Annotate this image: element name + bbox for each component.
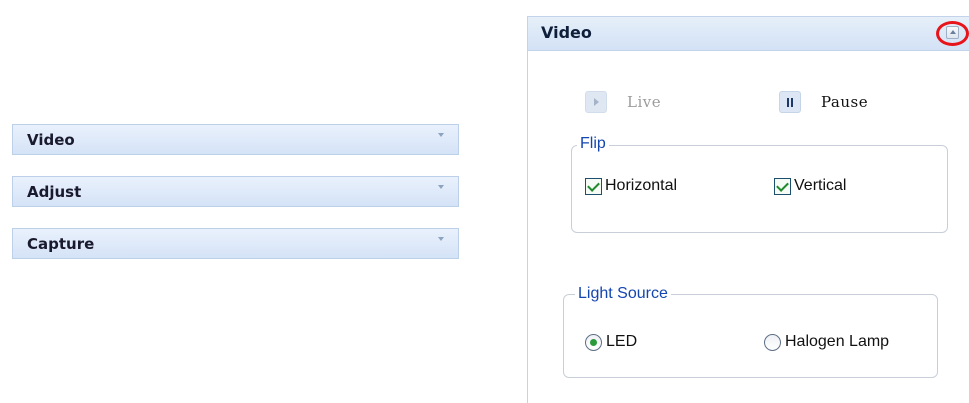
- light-source-legend: Light Source: [575, 285, 671, 303]
- accordion-capture-label: Capture: [27, 234, 95, 253]
- accordion-video-header[interactable]: Video: [12, 124, 459, 155]
- accordion-capture-header[interactable]: Capture: [12, 228, 459, 259]
- accordion-adjust-header[interactable]: Adjust: [12, 176, 459, 207]
- chevron-down-icon: [438, 132, 444, 137]
- led-label: LED: [606, 333, 638, 350]
- live-button[interactable]: Live: [585, 91, 661, 113]
- accordion-video-label: Video: [27, 130, 75, 149]
- halogen-radio[interactable]: Halogen Lamp: [764, 333, 889, 351]
- vertical-label: Vertical: [794, 177, 847, 194]
- video-panel-header[interactable]: Video: [528, 17, 969, 51]
- halogen-label: Halogen Lamp: [785, 333, 890, 350]
- led-radio[interactable]: LED: [585, 333, 637, 351]
- pause-button[interactable]: Pause: [779, 91, 868, 113]
- pause-icon: [779, 91, 801, 113]
- checkbox-checked-icon: [585, 177, 602, 195]
- panel-title: Video: [541, 23, 592, 42]
- accordion-adjust-label: Adjust: [27, 182, 82, 201]
- flip-legend: Flip: [577, 135, 609, 153]
- horizontal-label: Horizontal: [605, 177, 678, 194]
- checkbox-checked-icon: [774, 177, 791, 195]
- chevron-down-icon: [438, 184, 444, 189]
- pause-label: Pause: [821, 93, 869, 111]
- play-icon: [585, 91, 607, 113]
- radio-unselected-icon: [764, 333, 781, 351]
- radio-selected-icon: [585, 333, 602, 351]
- live-label: Live: [627, 93, 662, 111]
- horizontal-checkbox[interactable]: Horizontal: [585, 177, 677, 195]
- chevron-down-icon: [438, 236, 444, 241]
- chevron-up-icon[interactable]: [946, 26, 959, 39]
- video-panel: Video Live Pause Flip Horizontal Vertica…: [527, 16, 969, 403]
- vertical-checkbox[interactable]: Vertical: [774, 177, 846, 195]
